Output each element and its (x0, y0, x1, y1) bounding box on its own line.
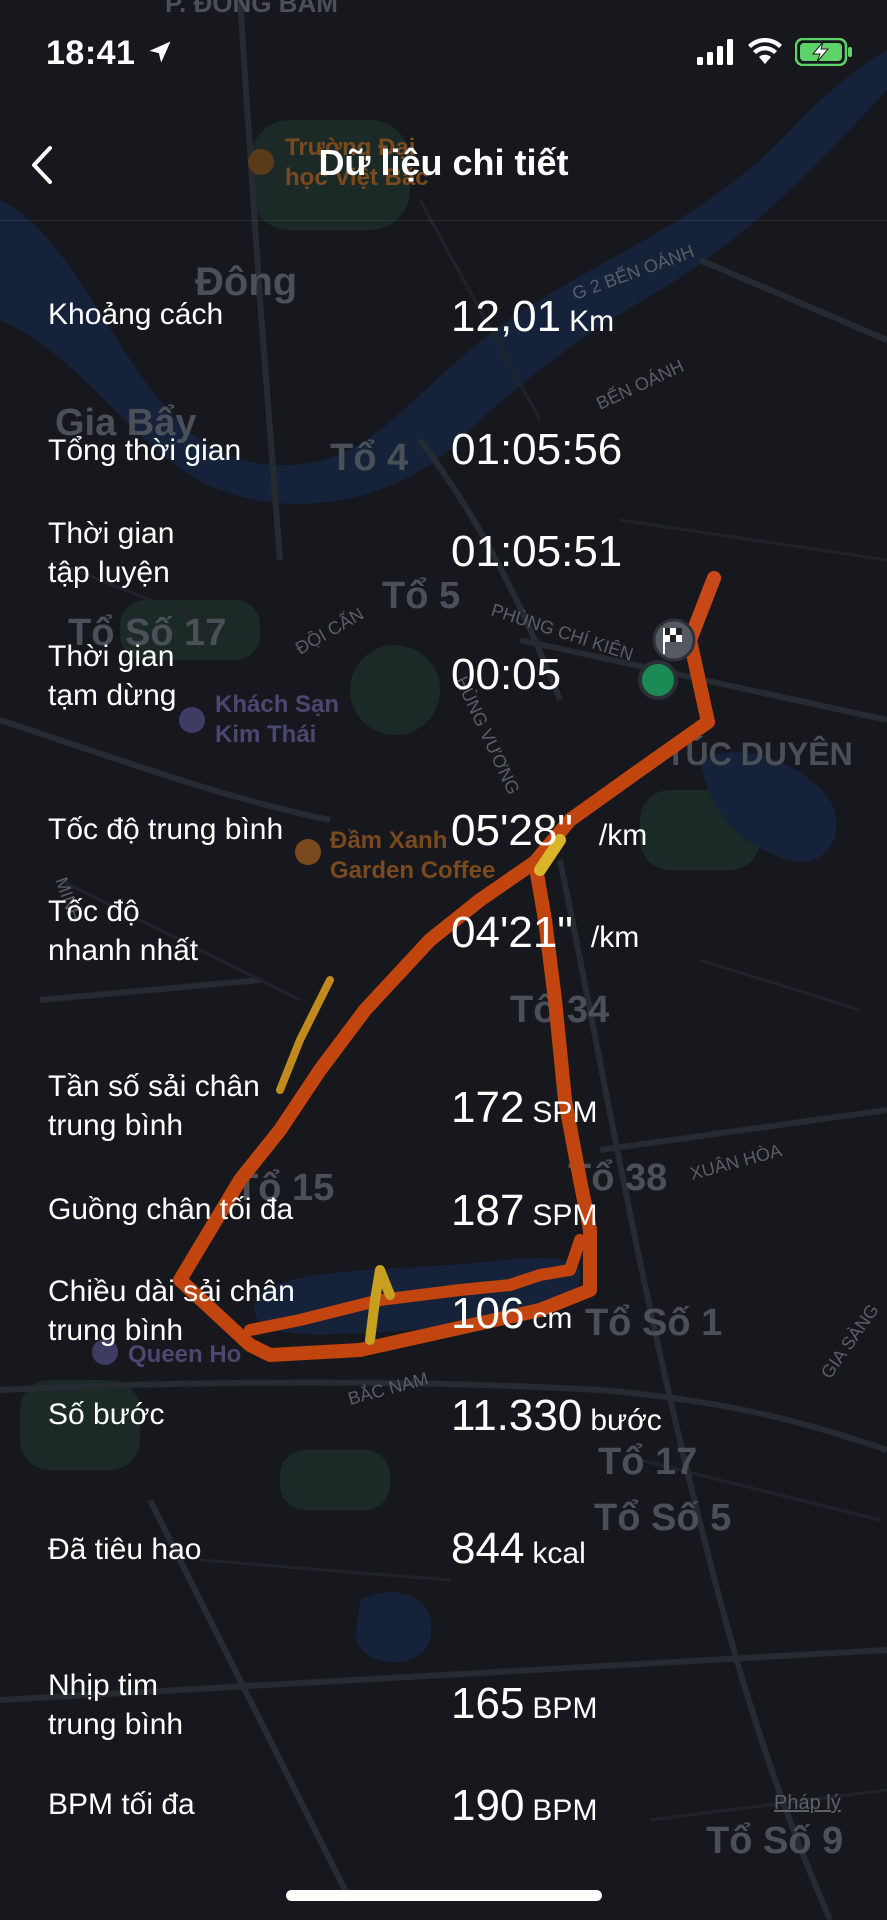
svg-text:Tổ 5: Tổ 5 (382, 575, 460, 617)
stat-value: 187 SPM (451, 1186, 598, 1235)
stat-value: 00:05 (451, 650, 562, 699)
status-time: 18:41 (46, 34, 136, 72)
legal-link[interactable]: Pháp lý (774, 1792, 841, 1815)
stat-label: Số bước (48, 1398, 165, 1431)
stat-value: 04'21"/km (451, 908, 640, 957)
home-indicator[interactable] (286, 1890, 602, 1901)
stat-value: 01:05:51 (451, 527, 623, 576)
svg-text:Tổ Số 9: Tổ Số 9 (706, 1820, 843, 1862)
svg-text:Tổ 4: Tổ 4 (330, 437, 408, 479)
stat-value: 01:05:56 (451, 425, 623, 474)
wifi-icon (748, 38, 782, 64)
page-title: Dữ liệu chi tiết (318, 142, 569, 183)
stat-label: Thời gian tạm dừng (48, 640, 177, 712)
svg-text:Garden Coffee: Garden Coffee (330, 857, 495, 884)
stat-value: 05'28"/km (451, 806, 648, 855)
stat-value: 844 kcal (451, 1524, 586, 1573)
battery-charging-icon (795, 38, 852, 66)
svg-text:Đầm Xanh: Đầm Xanh (330, 827, 447, 854)
stat-label: Tổng thời gian (48, 434, 242, 467)
stat-value: 12,01 Km (451, 292, 615, 341)
nav-header: Dữ liệu chi tiết (0, 110, 887, 221)
stat-label: Khoảng cách (48, 298, 224, 331)
status-bar: 18:41 (0, 0, 887, 110)
stat-label: Nhịp tim trung bình (48, 1669, 184, 1741)
start-marker-icon (638, 660, 678, 700)
svg-text:Khách Sạn: Khách Sạn (215, 691, 339, 718)
stat-label: Tốc độ trung bình (48, 813, 284, 846)
finish-flag-icon (652, 618, 696, 662)
svg-text:Tổ 17: Tổ 17 (598, 1441, 697, 1483)
stat-value: 106 cm (451, 1289, 573, 1338)
svg-text:Tổ Số 5: Tổ Số 5 (594, 1497, 731, 1539)
svg-text:TÚC DUYÊN: TÚC DUYÊN (666, 736, 853, 772)
stat-label: Chiều dài sải chân trung bình (48, 1275, 295, 1347)
location-arrow-icon (149, 41, 171, 63)
stat-label: Tốc độ nhanh nhất (48, 895, 199, 967)
stat-value: 165 BPM (451, 1679, 598, 1728)
stat-value: 172 SPM (451, 1083, 598, 1132)
stat-label: Thời gian tập luyện (48, 517, 175, 589)
signal-icon (697, 39, 733, 65)
stat-label: Đã tiêu hao (48, 1533, 202, 1566)
stat-label: Guồng chân tối đa (48, 1193, 294, 1226)
stat-label: BPM tối đa (48, 1788, 195, 1821)
stat-value: 190 BPM (451, 1781, 598, 1830)
stat-value: 11.330 bước (451, 1391, 662, 1440)
svg-text:Tổ Số 1: Tổ Số 1 (585, 1302, 722, 1344)
stat-label: Tần số sải chân trung bình (48, 1070, 260, 1142)
svg-text:Kim Thái: Kim Thái (215, 721, 316, 748)
